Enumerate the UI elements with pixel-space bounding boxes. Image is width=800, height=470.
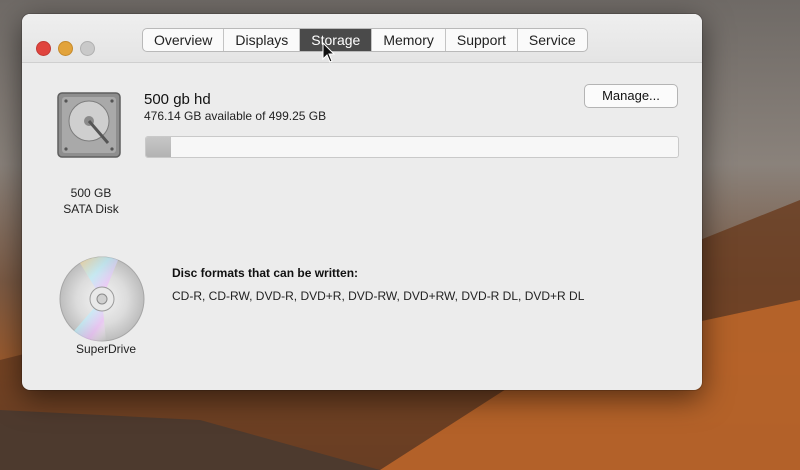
maximize-icon[interactable]	[80, 41, 95, 56]
disk-available: 476.14 GB available of 499.25 GB	[144, 109, 327, 123]
cursor-icon	[322, 42, 336, 63]
about-this-mac-window: Overview Displays Storage Memory Support…	[22, 14, 702, 390]
title-bar: Overview Displays Storage Memory Support…	[22, 14, 702, 63]
disk-name: 500 gb hd	[144, 91, 211, 108]
tab-memory[interactable]: Memory	[372, 29, 446, 51]
optical-disc-icon	[59, 256, 145, 342]
tab-bar: Overview Displays Storage Memory Support…	[142, 28, 588, 52]
minimize-icon[interactable]	[58, 41, 73, 56]
storage-pane: 500 GB SATA Disk 500 gb hd 476.14 GB ava…	[22, 63, 702, 390]
storage-usage-bar	[145, 136, 679, 158]
disk-capacity-label: 500 GB	[70, 186, 112, 200]
manage-button[interactable]: Manage...	[584, 84, 678, 108]
superdrive-caption: SuperDrive	[75, 342, 137, 356]
tab-support[interactable]: Support	[446, 29, 518, 51]
close-icon[interactable]	[36, 41, 51, 56]
tab-displays[interactable]: Displays	[224, 29, 301, 51]
tab-service[interactable]: Service	[518, 29, 587, 51]
tab-storage[interactable]: Storage	[300, 29, 373, 51]
disc-formats-list: CD-R, CD-RW, DVD-R, DVD+R, DVD-RW, DVD+R…	[172, 289, 585, 303]
disk-caption: 500 GB SATA Disk	[46, 185, 136, 217]
disk-type-label: SATA Disk	[63, 202, 119, 216]
disc-formats-title: Disc formats that can be written:	[172, 266, 359, 280]
storage-used-fill	[146, 137, 171, 157]
hard-disk-icon	[57, 92, 121, 158]
tab-overview[interactable]: Overview	[143, 29, 225, 51]
